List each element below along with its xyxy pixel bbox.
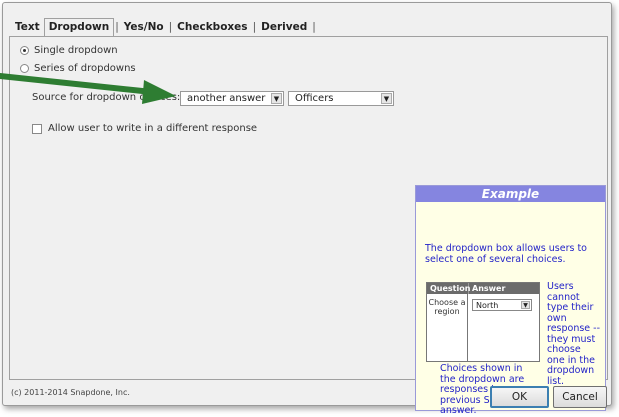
callout-arrow-icon	[0, 73, 176, 104]
